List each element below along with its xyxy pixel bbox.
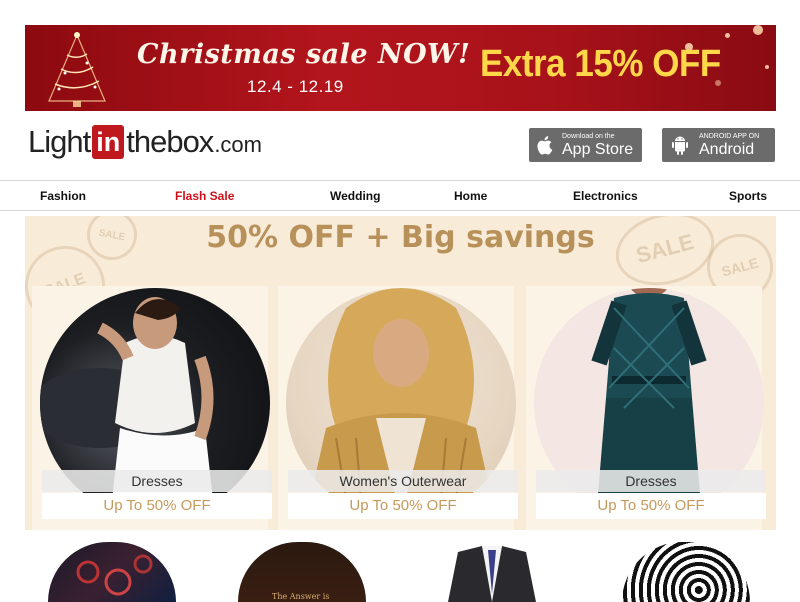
category-offer: Up To 50% OFF xyxy=(42,493,272,519)
logo-suffix: .com xyxy=(214,131,262,157)
category-offer: Up To 50% OFF xyxy=(536,493,766,519)
category-offer: Up To 50% OFF xyxy=(288,493,518,519)
christmas-tree-icon xyxy=(48,32,106,107)
category-nav: Fashion Flash Sale Wedding Home Electron… xyxy=(0,180,800,211)
category-card-dresses[interactable]: Dresses Up To 50% OFF xyxy=(32,286,272,530)
nav-item-electronics[interactable]: Electronics xyxy=(573,189,638,203)
banner-extra-discount: Extra 15% OFF xyxy=(480,43,721,85)
nav-item-flash-sale[interactable]: Flash Sale xyxy=(175,189,234,203)
apple-icon xyxy=(537,136,553,155)
app-store-big-text: App Store xyxy=(562,140,634,158)
android-small-text: ANDROID APP ON xyxy=(699,132,760,140)
app-store-button[interactable]: Download on the App Store xyxy=(529,128,642,162)
category-label: Dresses xyxy=(536,470,766,492)
product-row: The Answer is xyxy=(0,538,800,602)
nav-item-fashion[interactable]: Fashion xyxy=(40,189,86,203)
nav-item-sports[interactable]: Sports xyxy=(729,189,767,203)
category-label: Dresses xyxy=(42,470,272,492)
product-thumb-printed-shirt[interactable]: The Answer is xyxy=(238,542,366,602)
app-store-small-text: Download on the xyxy=(562,132,615,140)
logo-part-light: Light xyxy=(28,124,91,159)
christmas-sale-banner[interactable]: Christmas sale NOW! 12.4 - 12.19 Extra 1… xyxy=(25,25,776,111)
logo-part-in: in xyxy=(92,125,125,159)
logo-part-thebox: thebox xyxy=(126,124,214,159)
android-app-button[interactable]: ANDROID APP ON Android xyxy=(662,128,775,162)
product-thumb-vest[interactable] xyxy=(428,542,556,602)
banner-title: Christmas sale NOW! xyxy=(137,39,471,70)
product-thumb-op-art-shirt[interactable] xyxy=(622,542,750,602)
category-label: Women's Outerwear xyxy=(288,470,518,492)
nav-item-home[interactable]: Home xyxy=(454,189,487,203)
site-logo[interactable]: Light in thebox .com xyxy=(28,122,262,162)
category-card-womens-outerwear[interactable]: Women's Outerwear Up To 50% OFF xyxy=(278,286,518,530)
nav-item-wedding[interactable]: Wedding xyxy=(330,189,380,203)
banner-dates: 12.4 - 12.19 xyxy=(247,77,344,96)
android-big-text: Android xyxy=(699,140,755,158)
android-icon xyxy=(672,136,688,155)
product-thumb-3d-shirt[interactable] xyxy=(48,542,176,602)
promo-title: 50% OFF + Big savings xyxy=(206,220,595,255)
category-card-dresses[interactable]: Dresses Up To 50% OFF xyxy=(526,286,766,530)
promo-section: SALE SALE SALE SALE 50% OFF + Big saving… xyxy=(25,216,776,530)
